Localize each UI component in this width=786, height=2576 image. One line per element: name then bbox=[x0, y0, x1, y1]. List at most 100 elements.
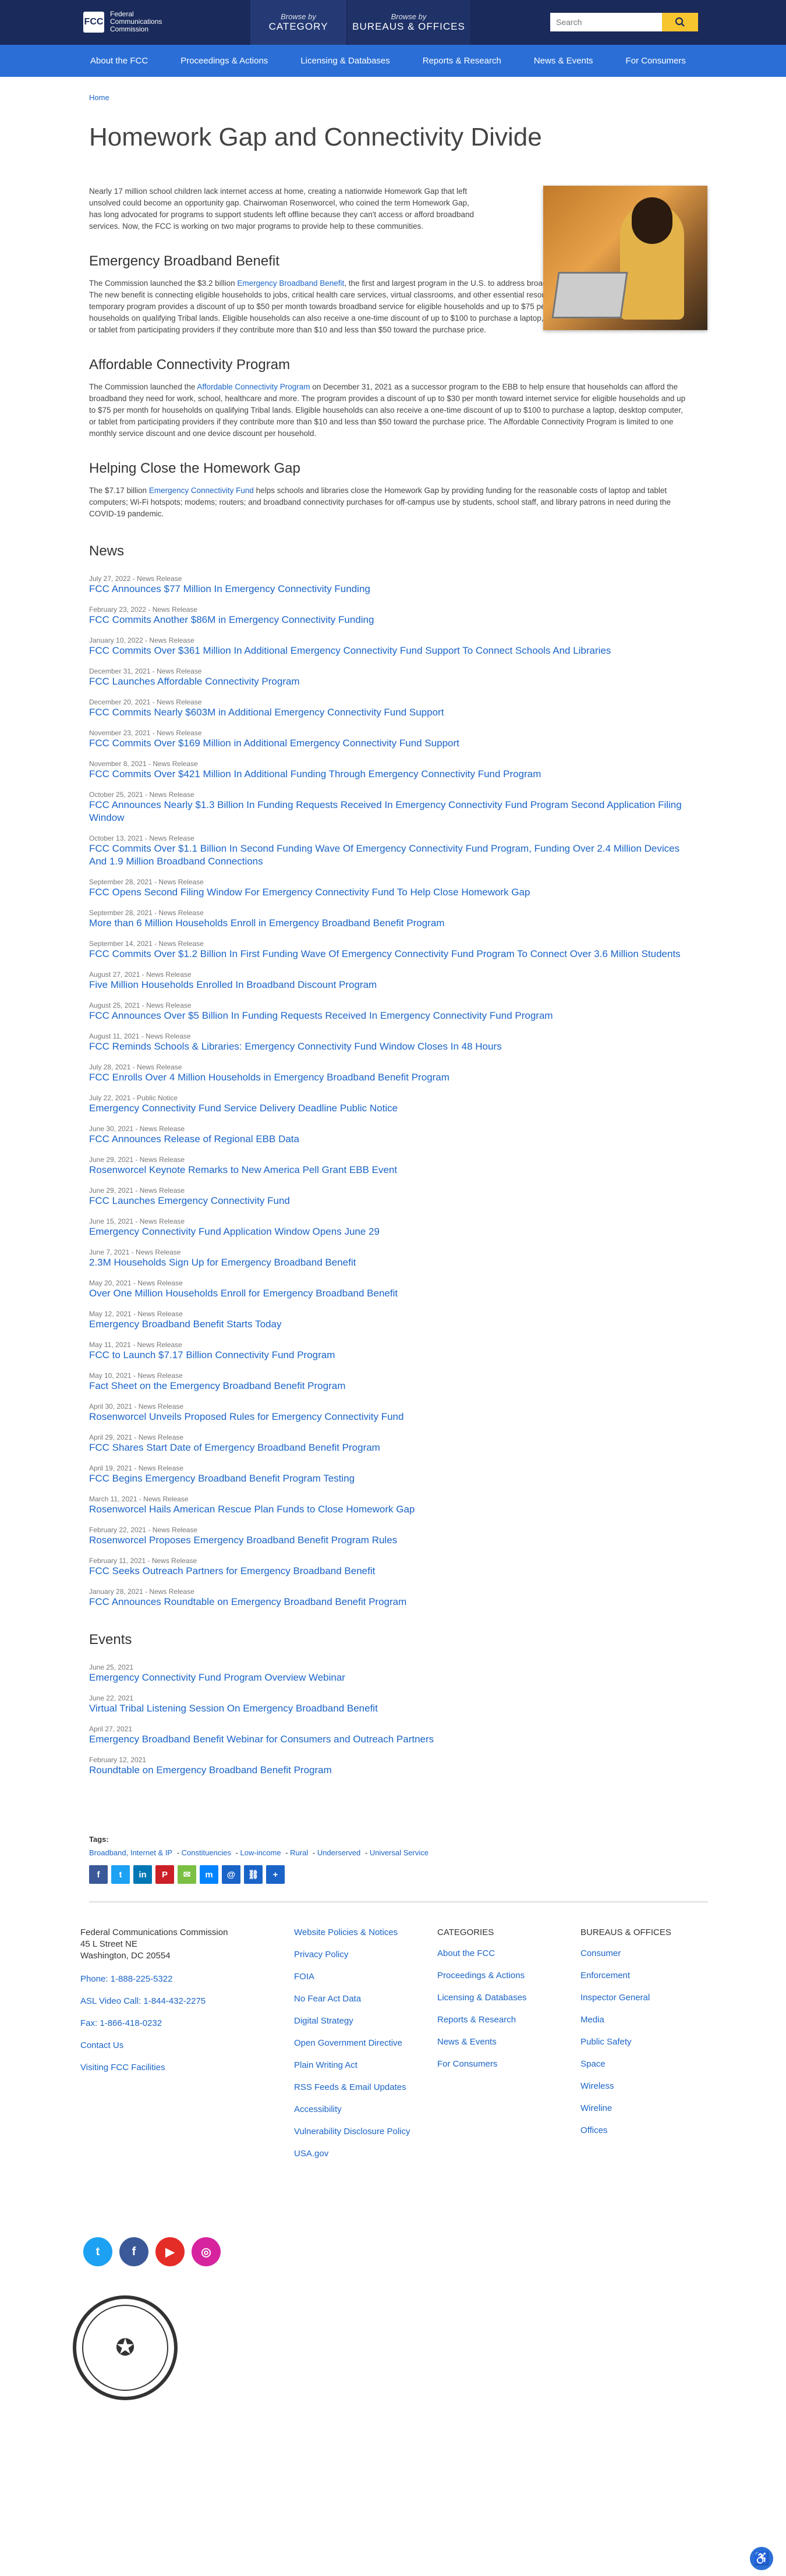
nav-item[interactable]: Licensing & Databases bbox=[300, 56, 390, 66]
footer-category-link[interactable]: For Consumers bbox=[437, 2058, 526, 2070]
news-title-link[interactable]: FCC Enrolls Over 4 Million Households in… bbox=[89, 1071, 689, 1084]
fcc-logo[interactable]: FCC Federal Communications Commission bbox=[83, 10, 162, 33]
footer-category-link[interactable]: About the FCC bbox=[437, 1948, 526, 1960]
tag-link[interactable]: Broadband, Internet & IP bbox=[89, 1848, 172, 1857]
footer-category-link[interactable]: Reports & Research bbox=[437, 2014, 526, 2026]
news-title-link[interactable]: FCC Launches Affordable Connectivity Pro… bbox=[89, 675, 689, 688]
copy-link-share-button[interactable]: ⛓ bbox=[244, 1865, 263, 1884]
footer-policy-link[interactable]: RSS Feeds & Email Updates bbox=[294, 2082, 422, 2093]
footer-contact-link[interactable]: Phone: 1-888-225-5322 bbox=[80, 1973, 228, 1985]
footer-category-link[interactable]: News & Events bbox=[437, 2036, 526, 2048]
pinterest-share-button[interactable]: P bbox=[155, 1865, 174, 1884]
footer-policy-link[interactable]: Accessibility bbox=[294, 2104, 422, 2116]
news-title-link[interactable]: FCC Announces Release of Regional EBB Da… bbox=[89, 1133, 689, 1146]
news-title-link[interactable]: FCC Launches Emergency Connectivity Fund bbox=[89, 1195, 689, 1207]
event-title-link[interactable]: Roundtable on Emergency Broadband Benefi… bbox=[89, 1764, 689, 1777]
search-input[interactable] bbox=[550, 13, 662, 31]
tag-link[interactable]: Low-income bbox=[240, 1848, 281, 1857]
footer-policy-link[interactable]: Open Government Directive bbox=[294, 2038, 422, 2049]
email-share-button[interactable]: @ bbox=[222, 1865, 240, 1884]
news-title-link[interactable]: FCC Commits Another $86M in Emergency Co… bbox=[89, 614, 689, 626]
news-title-link[interactable]: FCC Commits Over $169 Million in Additio… bbox=[89, 737, 689, 750]
footer-bureau-link[interactable]: Inspector General bbox=[580, 1992, 671, 2004]
breadcrumb-home-link[interactable]: Home bbox=[89, 93, 109, 102]
footer-bureau-link[interactable]: Wireline bbox=[580, 2103, 671, 2114]
nav-item[interactable]: About the FCC bbox=[90, 56, 148, 66]
accessibility-icon[interactable]: ♿ bbox=[750, 2547, 773, 2570]
linkedin-share-button[interactable]: in bbox=[133, 1865, 152, 1884]
news-title-link[interactable]: FCC Reminds Schools & Libraries: Emergen… bbox=[89, 1040, 689, 1053]
nav-item[interactable]: Proceedings & Actions bbox=[180, 56, 268, 66]
footer-policy-link[interactable]: Privacy Policy bbox=[294, 1949, 422, 1961]
news-title-link[interactable]: Five Million Households Enrolled In Broa… bbox=[89, 979, 689, 991]
footer-bureau-link[interactable]: Consumer bbox=[580, 1948, 671, 1960]
footer-policy-link[interactable]: Website Policies & Notices bbox=[294, 1927, 422, 1939]
instagram-social-link[interactable]: ◎ bbox=[192, 2237, 221, 2266]
footer-contact-link[interactable]: Fax: 1-866-418-0232 bbox=[80, 2018, 228, 2029]
news-title-link[interactable]: More than 6 Million Households Enroll in… bbox=[89, 917, 689, 930]
news-title-link[interactable]: Over One Million Households Enroll for E… bbox=[89, 1287, 689, 1300]
footer-bureau-link[interactable]: Media bbox=[580, 2014, 671, 2026]
news-title-link[interactable]: FCC Commits Over $1.2 Billion In First F… bbox=[89, 948, 689, 961]
news-title-link[interactable]: FCC Announces Nearly $1.3 Billion In Fun… bbox=[89, 799, 689, 824]
ebb-link[interactable]: Emergency Broadband Benefit bbox=[237, 279, 344, 288]
footer-policy-link[interactable]: Vulnerability Disclosure Policy bbox=[294, 2126, 422, 2138]
news-title-link[interactable]: FCC Commits Over $361 Million In Additio… bbox=[89, 644, 689, 657]
footer-contact-link[interactable]: ASL Video Call: 1-844-432-2275 bbox=[80, 1996, 228, 2007]
footer-policy-link[interactable]: Plain Writing Act bbox=[294, 2060, 422, 2071]
news-title-link[interactable]: FCC Opens Second Filing Window For Emerg… bbox=[89, 886, 689, 899]
browse-by-category-button[interactable]: Browse by CATEGORY bbox=[250, 0, 346, 45]
news-title-link[interactable]: 2.3M Households Sign Up for Emergency Br… bbox=[89, 1256, 689, 1269]
news-title-link[interactable]: Rosenworcel Keynote Remarks to New Ameri… bbox=[89, 1164, 689, 1177]
news-title-link[interactable]: Fact Sheet on the Emergency Broadband Be… bbox=[89, 1380, 689, 1392]
news-title-link[interactable]: Emergency Broadband Benefit Starts Today bbox=[89, 1318, 689, 1331]
footer-bureau-link[interactable]: Wireless bbox=[580, 2081, 671, 2092]
footer-bureau-link[interactable]: Enforcement bbox=[580, 1970, 671, 1982]
footer-contact-link[interactable]: Contact Us bbox=[80, 2040, 228, 2051]
tag-link[interactable]: Constituencies bbox=[182, 1848, 231, 1857]
news-title-link[interactable]: FCC Commits Over $1.1 Billion In Second … bbox=[89, 842, 689, 868]
search-button[interactable] bbox=[662, 13, 698, 31]
news-title-link[interactable]: Rosenworcel Hails American Rescue Plan F… bbox=[89, 1503, 689, 1516]
nav-item[interactable]: Reports & Research bbox=[423, 56, 501, 66]
footer-policy-link[interactable]: FOIA bbox=[294, 1971, 422, 1983]
footer-policy-link[interactable]: USA.gov bbox=[294, 2148, 422, 2160]
news-title-link[interactable]: Rosenworcel Unveils Proposed Rules for E… bbox=[89, 1411, 689, 1423]
footer-policy-link[interactable]: No Fear Act Data bbox=[294, 1993, 422, 2005]
facebook-share-button[interactable]: f bbox=[89, 1865, 108, 1884]
news-title-link[interactable]: FCC Shares Start Date of Emergency Broad… bbox=[89, 1441, 689, 1454]
nav-item[interactable]: News & Events bbox=[534, 56, 593, 66]
facebook-social-link[interactable]: f bbox=[119, 2237, 148, 2266]
messenger-share-button[interactable]: m bbox=[200, 1865, 218, 1884]
message-share-button[interactable]: ✉ bbox=[178, 1865, 196, 1884]
news-title-link[interactable]: FCC Seeks Outreach Partners for Emergenc… bbox=[89, 1565, 689, 1578]
news-title-link[interactable]: Emergency Connectivity Fund Service Deli… bbox=[89, 1102, 689, 1115]
footer-bureau-link[interactable]: Space bbox=[580, 2058, 671, 2070]
news-title-link[interactable]: FCC Announces Over $5 Billion In Funding… bbox=[89, 1009, 689, 1022]
youtube-social-link[interactable]: ▶ bbox=[155, 2237, 185, 2266]
tag-link[interactable]: Universal Service bbox=[370, 1848, 429, 1857]
news-title-link[interactable]: FCC Commits Nearly $603M in Additional E… bbox=[89, 706, 689, 719]
footer-category-link[interactable]: Licensing & Databases bbox=[437, 1992, 526, 2004]
news-title-link[interactable]: FCC Commits Over $421 Million In Additio… bbox=[89, 768, 689, 781]
news-title-link[interactable]: FCC Announces Roundtable on Emergency Br… bbox=[89, 1596, 689, 1608]
tag-link[interactable]: Underserved bbox=[317, 1848, 360, 1857]
news-title-link[interactable]: Rosenworcel Proposes Emergency Broadband… bbox=[89, 1534, 689, 1547]
footer-bureau-link[interactable]: Public Safety bbox=[580, 2036, 671, 2048]
share-more-share-button[interactable]: + bbox=[266, 1865, 285, 1884]
footer-contact-link[interactable]: Visiting FCC Facilities bbox=[80, 2062, 228, 2074]
event-title-link[interactable]: Virtual Tribal Listening Session On Emer… bbox=[89, 1702, 689, 1715]
ecf-link[interactable]: Emergency Connectivity Fund bbox=[149, 486, 254, 495]
news-title-link[interactable]: Emergency Connectivity Fund Application … bbox=[89, 1225, 689, 1238]
event-title-link[interactable]: Emergency Broadband Benefit Webinar for … bbox=[89, 1733, 689, 1746]
event-title-link[interactable]: Emergency Connectivity Fund Program Over… bbox=[89, 1671, 689, 1684]
twitter-social-link[interactable]: t bbox=[83, 2237, 112, 2266]
news-title-link[interactable]: FCC to Launch $7.17 Billion Connectivity… bbox=[89, 1349, 689, 1362]
footer-category-link[interactable]: Proceedings & Actions bbox=[437, 1970, 526, 1982]
browse-by-bureaus-button[interactable]: Browse by BUREAUS & OFFICES bbox=[348, 0, 470, 45]
acp-link[interactable]: Affordable Connectivity Program bbox=[197, 382, 310, 391]
twitter-share-button[interactable]: t bbox=[111, 1865, 130, 1884]
tag-link[interactable]: Rural bbox=[290, 1848, 308, 1857]
news-title-link[interactable]: FCC Announces $77 Million In Emergency C… bbox=[89, 583, 689, 596]
footer-policy-link[interactable]: Digital Strategy bbox=[294, 2015, 422, 2027]
